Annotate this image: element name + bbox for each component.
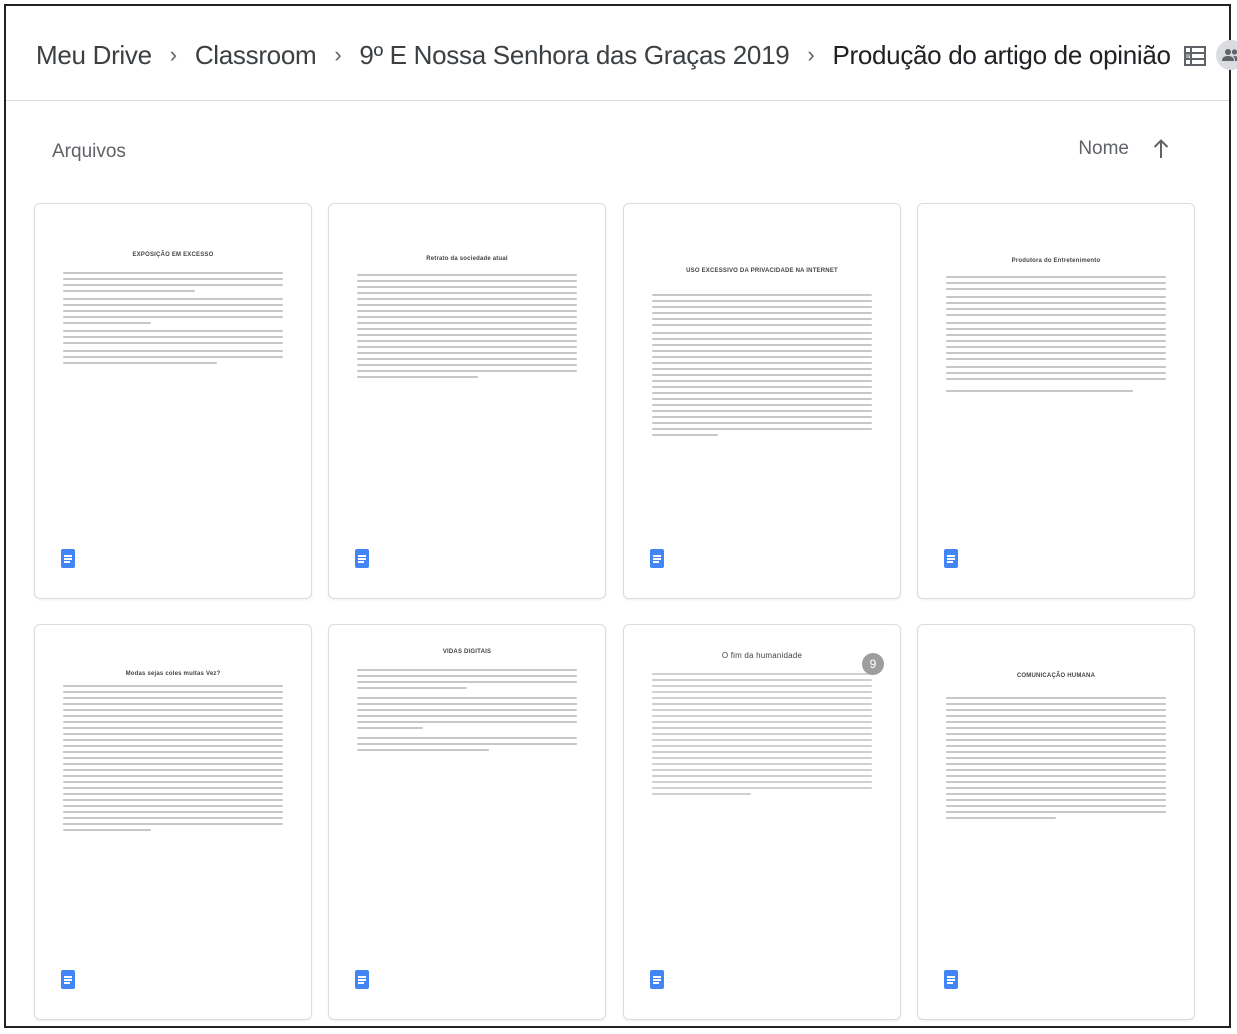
- google-docs-icon: [61, 549, 75, 568]
- text-lines: [63, 272, 283, 368]
- file-card[interactable]: O fim da humanidade 9: [623, 624, 901, 1020]
- text-lines: [357, 274, 577, 382]
- document-thumbnail: Modas sejas coles muitas Vez?: [35, 625, 311, 945]
- sort-control: Nome: [1078, 137, 1171, 161]
- people-icon[interactable]: [1216, 40, 1237, 70]
- google-docs-icon: [944, 549, 958, 568]
- text-lines: [946, 276, 1166, 396]
- breadcrumb: Meu Drive › Classroom › 9º E Nossa Senho…: [36, 32, 1237, 78]
- document-thumbnail: Produtora do Entretenimento: [918, 204, 1194, 524]
- files-section-title: Arquivos: [52, 141, 126, 162]
- chevron-right-icon: ›: [807, 42, 815, 67]
- text-lines: [652, 294, 872, 440]
- document-thumbnail: USO EXCESSIVO DA PRIVACIDADE NA INTERNET: [624, 204, 900, 524]
- arrow-up-icon[interactable]: [1151, 137, 1171, 161]
- file-card[interactable]: COMUNICAÇÃO HUMANA: [917, 624, 1195, 1020]
- google-docs-icon: [944, 970, 958, 989]
- file-card[interactable]: VIDAS DIGITAIS: [328, 624, 606, 1020]
- sort-by-name-button[interactable]: Nome: [1078, 138, 1129, 160]
- file-card[interactable]: Modas sejas coles muitas Vez?: [34, 624, 312, 1020]
- document-heading: Modas sejas coles muitas Vez?: [125, 671, 221, 677]
- document-thumbnail: VIDAS DIGITAIS: [329, 625, 605, 945]
- chevron-right-icon: ›: [169, 42, 177, 67]
- drive-window: Meu Drive › Classroom › 9º E Nossa Senho…: [4, 4, 1237, 1028]
- document-thumbnail: COMUNICAÇÃO HUMANA: [918, 625, 1194, 945]
- document-thumbnail: O fim da humanidade: [624, 625, 900, 945]
- document-thumbnail: Retrato da sociedade atual: [329, 204, 605, 524]
- document-heading: COMUNICAÇÃO HUMANA: [1016, 673, 1096, 679]
- google-docs-icon: [61, 970, 75, 989]
- file-card[interactable]: Retrato da sociedade atual: [328, 203, 606, 599]
- google-docs-icon: [650, 549, 664, 568]
- google-docs-icon: [650, 970, 664, 989]
- google-docs-icon: [355, 549, 369, 568]
- comment-count-badge: 9: [862, 653, 884, 675]
- google-docs-icon: [355, 970, 369, 989]
- document-thumbnail: EXPOSIÇÃO EM EXCESSO: [35, 204, 311, 524]
- document-heading: VIDAS DIGITAIS: [442, 649, 492, 655]
- text-lines: [652, 673, 872, 799]
- file-card[interactable]: EXPOSIÇÃO EM EXCESSO: [34, 203, 312, 599]
- chevron-right-icon: ›: [334, 42, 342, 67]
- list-view-icon[interactable]: [1183, 44, 1207, 68]
- breadcrumb-header: Meu Drive › Classroom › 9º E Nossa Senho…: [6, 6, 1237, 101]
- document-heading: Produtora do Entretenimento: [1011, 258, 1101, 264]
- document-heading: EXPOSIÇÃO EM EXCESSO: [132, 252, 214, 258]
- breadcrumb-class-folder[interactable]: 9º E Nossa Senhora das Graças 2019: [359, 40, 789, 71]
- text-lines: [63, 685, 283, 835]
- breadcrumb-meu-drive[interactable]: Meu Drive: [36, 40, 152, 71]
- document-heading: Retrato da sociedade atual: [426, 256, 508, 262]
- document-heading: O fim da humanidade: [721, 651, 803, 660]
- breadcrumb-classroom[interactable]: Classroom: [195, 40, 317, 71]
- breadcrumb-current-folder[interactable]: Produção do artigo de opinião: [832, 40, 1171, 71]
- file-card[interactable]: Produtora do Entretenimento: [917, 203, 1195, 599]
- text-lines: [357, 669, 577, 755]
- document-heading: USO EXCESSIVO DA PRIVACIDADE NA INTERNET: [686, 268, 838, 274]
- text-lines: [946, 697, 1166, 823]
- file-card[interactable]: USO EXCESSIVO DA PRIVACIDADE NA INTERNET: [623, 203, 901, 599]
